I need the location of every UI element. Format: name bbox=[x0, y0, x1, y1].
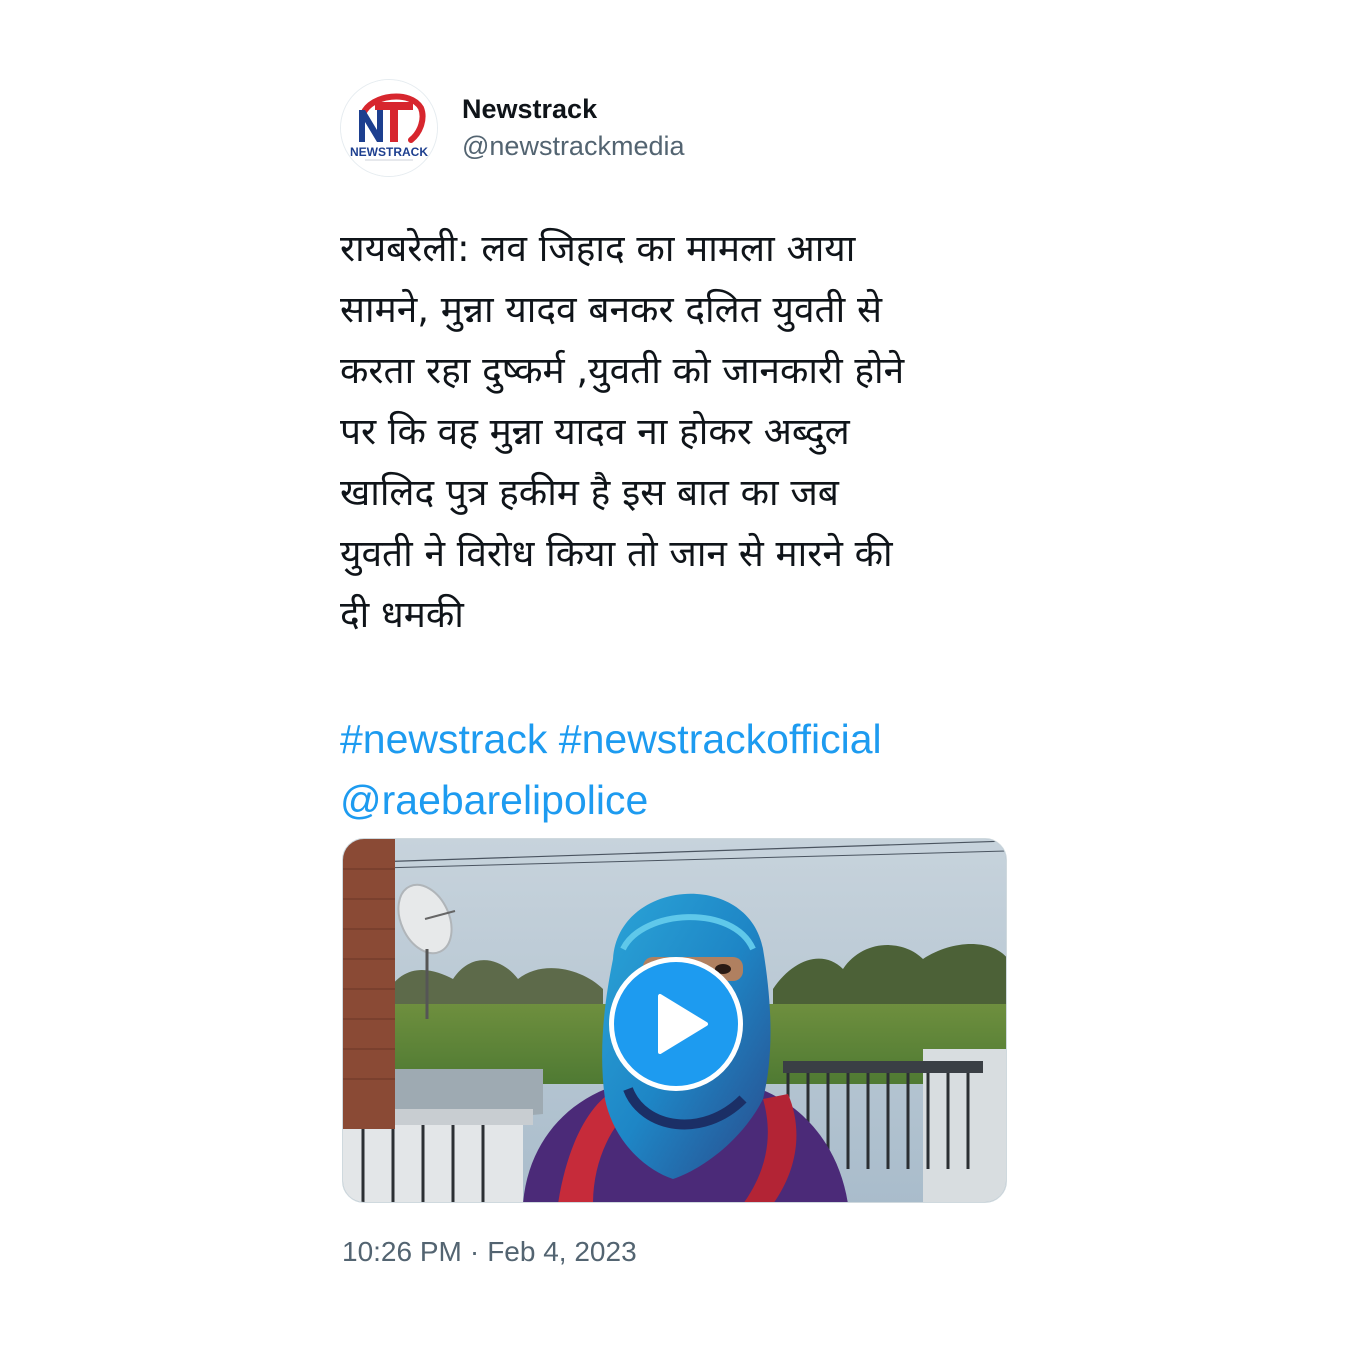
author-display-name[interactable]: Newstrack bbox=[462, 91, 685, 127]
tweet-date: Feb 4, 2023 bbox=[487, 1236, 637, 1267]
hashtag-newstrackofficial[interactable]: #newstrackofficial bbox=[559, 716, 882, 762]
avatar[interactable]: NEWSTRACK bbox=[340, 79, 438, 177]
tweet-timestamp[interactable]: 10:26 PM · Feb 4, 2023 bbox=[342, 1232, 637, 1272]
tweet-text-line: सामने, मुन्ना यादव बनकर दलित युवती से bbox=[340, 288, 882, 331]
mention-line: @raebarelipolice bbox=[340, 770, 1010, 831]
hashtag-newstrack[interactable]: #newstrack bbox=[340, 716, 547, 762]
tweet-text-line: रायबरेली: लव जिहाद का मामला आया bbox=[340, 227, 856, 270]
author-handle[interactable]: @newstrackmedia bbox=[462, 127, 685, 165]
timestamp-separator: · bbox=[469, 1236, 480, 1267]
mention-raebarelipolice[interactable]: @raebarelipolice bbox=[340, 777, 648, 823]
author-names: Newstrack @newstrackmedia bbox=[462, 91, 685, 165]
play-icon bbox=[658, 994, 708, 1054]
tweet-time: 10:26 PM bbox=[342, 1236, 462, 1267]
logo-text: NEWSTRACK bbox=[350, 145, 428, 159]
video-player[interactable] bbox=[342, 838, 1007, 1203]
hashtag-line: #newstrack #newstrackofficial bbox=[340, 709, 1010, 770]
tweet-text: रायबरेली: लव जिहाद का मामला आया सामने, म… bbox=[340, 218, 1010, 645]
tweet: NEWSTRACK Newstrack @newstrackmedia रायब… bbox=[340, 78, 1010, 831]
tweet-header: NEWSTRACK Newstrack @newstrackmedia bbox=[340, 78, 1010, 178]
tweet-text-line: पर कि वह मुन्ना यादव ना होकर अब्दुल bbox=[340, 410, 850, 453]
tweet-text-line: करता रहा दुष्कर्म ,युवती को जानकारी होने bbox=[340, 349, 905, 392]
play-button[interactable] bbox=[609, 957, 743, 1091]
newstrack-logo-icon: NEWSTRACK bbox=[341, 80, 437, 176]
tweet-text-line: युवती ने विरोध किया तो जान से मारने की bbox=[340, 532, 893, 575]
tweet-links: #newstrack #newstrackofficial @raebareli… bbox=[340, 709, 1010, 831]
tweet-text-line: खालिद पुत्र हकीम है इस बात का जब bbox=[340, 471, 839, 514]
tweet-text-line: दी धमकी bbox=[340, 593, 464, 636]
